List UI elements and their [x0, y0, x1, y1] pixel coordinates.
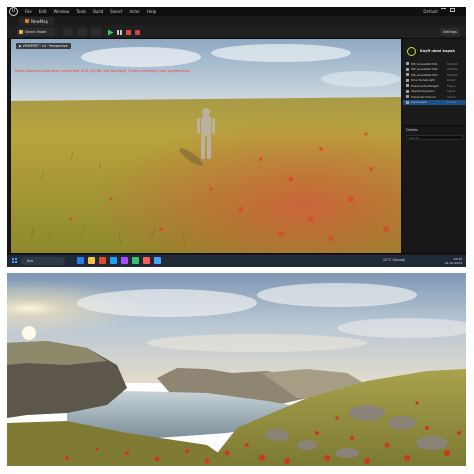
menu-select[interactable]: Select: [110, 9, 122, 14]
actor-icon: [406, 62, 409, 66]
landscape-scene: [7, 273, 466, 466]
weather-widget[interactable]: 22°C Güneşli: [383, 258, 405, 262]
close-button[interactable]: [458, 8, 465, 24]
outliner-row-name: ExponentialHeight: [411, 83, 439, 88]
outliner-row-type: SkyAt: [447, 89, 455, 94]
nanite-warning: Mesh instances have been converted! Grid…: [15, 69, 191, 73]
outliner-row-name: DirectionalLight: [411, 78, 435, 83]
select-mode-icon: [19, 30, 23, 34]
window-controls: [441, 8, 465, 24]
world-outliner: SM_GrassPatch01 StaticM SM_GrassPatch02 St…: [403, 61, 466, 105]
menu-tools[interactable]: Tools: [76, 9, 86, 14]
outliner-row[interactable]: SM_GrassPatch03 StaticM: [403, 72, 466, 78]
details-search-placeholder: Search: [409, 135, 420, 140]
tab-level[interactable]: NewMap: [19, 17, 55, 25]
actor-icon: [406, 95, 409, 99]
outliner-row-type: StaticM: [447, 67, 458, 72]
taskbar-app-icon[interactable]: [88, 257, 95, 264]
menu-actor[interactable]: Actor: [129, 9, 140, 14]
content-button[interactable]: [63, 28, 73, 36]
actor-icon: [406, 84, 409, 88]
taskbar-app-icon[interactable]: [132, 257, 139, 264]
taskbar-search-label: Ara: [27, 259, 34, 263]
main-toolbar: Select Mode Settings: [7, 25, 466, 39]
menu-bar: U File Edit Window Tools Build Select Ac…: [7, 7, 466, 24]
mode-label: Select Mode: [25, 30, 47, 34]
minimize-button[interactable]: [441, 8, 446, 13]
outliner-row-name: SM_GrassPatch03: [411, 72, 438, 77]
level-tab-bar: NewMap: [7, 16, 466, 25]
play-icon[interactable]: [107, 29, 114, 36]
project-name: Default: [423, 9, 438, 14]
system-clock[interactable]: 16:42 01.01.2024: [445, 257, 462, 265]
taskbar-app-icon[interactable]: [121, 257, 128, 264]
outliner-row-type: Direct: [447, 78, 456, 83]
outliner-row[interactable]: SM_GrassPatch02 StaticM: [403, 67, 466, 73]
launch-icon[interactable]: [134, 29, 141, 36]
menu-file[interactable]: File: [25, 9, 32, 14]
taskbar-apps: [77, 257, 161, 264]
details-panel: Details Search: [403, 125, 466, 253]
level-viewport[interactable]: ▶ VIEWPORT · Lit · Perspective Mesh inst…: [11, 39, 401, 253]
start-icon[interactable]: [12, 258, 17, 263]
outliner-row-type: Volum: [447, 94, 456, 99]
outliner-row-name: SM_GrassPatch02: [411, 67, 438, 72]
pause-icon[interactable]: [116, 29, 123, 36]
details-search-input[interactable]: Search: [406, 135, 463, 140]
outliner-row-name: SM_GrassPatch01: [411, 61, 438, 66]
outliner-row-type: StaticM: [447, 72, 458, 77]
mode-selector[interactable]: Select Mode: [17, 28, 55, 36]
outliner-row-type: Landsc: [447, 100, 457, 105]
actor-icon: [406, 100, 409, 104]
actor-icon: [406, 89, 409, 93]
settings-label: Settings: [442, 30, 457, 34]
outliner-row-name: VolumetricCloud: [411, 94, 436, 99]
level-tab-label: NewMap: [31, 18, 49, 24]
taskbar-app-icon[interactable]: [110, 257, 117, 264]
viewport-options-button[interactable]: ▶ VIEWPORT · Lit · Perspective: [16, 43, 71, 49]
taskbar-app-icon[interactable]: [143, 257, 150, 264]
right-panel: Kayfi ukmi kupak SM_GrassPatch01 StaticM …: [403, 39, 466, 253]
taskbar-app-icon[interactable]: [154, 257, 161, 264]
level-icon: [25, 19, 29, 23]
outliner-row[interactable]: SM_GrassPatch01 StaticM: [403, 61, 466, 67]
maximize-button[interactable]: [450, 8, 455, 12]
taskbar-search[interactable]: Ara: [21, 257, 65, 265]
outliner-row-type: StaticM: [447, 61, 458, 66]
outliner-row-type: Expon: [447, 83, 456, 88]
panel-header: Kayfi ukmi kupak: [403, 41, 466, 61]
menu-window[interactable]: Window: [53, 9, 69, 14]
menu-help[interactable]: Help: [147, 9, 156, 14]
actor-icon: [406, 67, 409, 71]
blueprint-button[interactable]: [77, 28, 87, 36]
landscape-render: [7, 273, 466, 466]
taskbar-app-icon[interactable]: [99, 257, 106, 264]
menu-build[interactable]: Build: [93, 9, 103, 14]
outliner-row-name: Landscape: [411, 100, 428, 105]
actor-icon: [406, 78, 409, 82]
outliner-row-selected[interactable]: Landscape Landsc: [403, 99, 466, 105]
actor-icon: [406, 73, 409, 77]
os-taskbar: Ara 22°C Güneşli 16:42 01.01.2024: [7, 255, 466, 267]
composite-screenshot: U File Edit Window Tools Build Select Ac…: [0, 0, 474, 474]
menu-edit[interactable]: Edit: [39, 9, 47, 14]
settings-button[interactable]: Settings: [439, 28, 460, 36]
editor-window: U File Edit Window Tools Build Select Ac…: [7, 7, 466, 267]
stop-icon[interactable]: [125, 29, 132, 36]
clock-date: 01.01.2024: [444, 261, 462, 265]
channel-logo-icon: [407, 46, 416, 56]
taskbar-app-icon[interactable]: [77, 257, 84, 264]
panel-title: Kayfi ukmi kupak: [420, 49, 455, 53]
tab-details[interactable]: Details: [403, 126, 466, 134]
unreal-logo-icon: U: [9, 7, 18, 16]
viewport-options-label: ▶ VIEWPORT · Lit · Perspective: [19, 44, 68, 48]
outliner-row-name: SkyAtmosphere: [411, 89, 435, 94]
cinematics-button[interactable]: [91, 28, 101, 36]
